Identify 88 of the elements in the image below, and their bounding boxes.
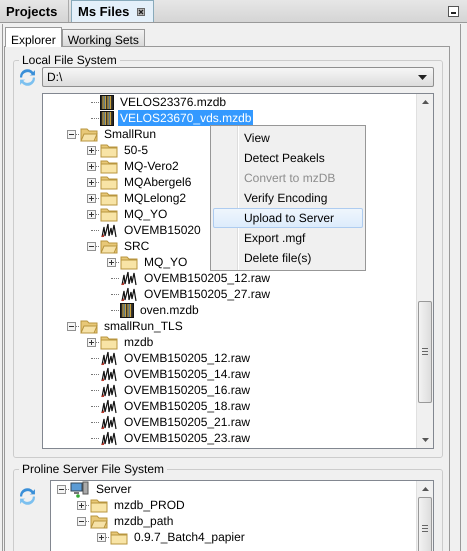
tree-item[interactable]: OVEMB150205_18.raw [122,398,252,414]
minimize-icon[interactable] [448,6,459,16]
expander-icon[interactable] [67,322,76,330]
striped-file-icon [120,302,134,318]
expander-icon[interactable] [77,516,86,526]
refresh-icon[interactable] [19,68,36,86]
spectrum-icon [100,430,118,446]
spectrum-icon [100,398,118,414]
tree-item[interactable]: OVEMB150205_27.raw [142,286,272,302]
expander-icon[interactable] [97,532,106,542]
panel-tab[interactable]: Projects [0,0,69,22]
view-tab[interactable]: Working Sets [62,29,145,46]
expander-icon[interactable] [107,258,116,266]
expander-icon[interactable] [57,484,66,494]
menu-item[interactable]: Verify Encoding [213,188,363,208]
spectrum-icon [100,414,118,430]
tree-item[interactable]: oven.mzdb [138,302,201,318]
folder-icon [100,142,118,158]
expander-icon[interactable] [87,146,96,154]
dropdown-arrow-icon [418,74,427,80]
open-folder-icon [80,318,98,334]
folder-icon [110,530,128,544]
expander-icon[interactable] [87,178,96,186]
menu-item[interactable]: Export .mgf [213,228,363,248]
tree-item[interactable]: 0.9.7_Batch4_papier [132,529,247,545]
menu-item[interactable]: Detect Peakels [213,148,363,168]
view-tab[interactable]: Explorer [5,27,62,47]
tree-item[interactable]: SRC [122,238,152,254]
tree-item[interactable]: MQAbergel6 [122,174,194,190]
tree-item[interactable]: mzdb [122,334,156,350]
tree-item[interactable]: MQ_YO [142,254,190,270]
expander-icon[interactable] [87,210,96,218]
tree-item[interactable]: SmallRun [102,126,158,142]
folder-icon [100,334,118,350]
tree-item[interactable]: MQ-Vero2 [122,158,181,174]
spectrum-icon [100,366,118,382]
computer-icon [70,481,90,498]
refresh-icon[interactable] [19,488,36,505]
tree-item[interactable]: OVEMB150205_16.raw [122,382,252,398]
tree-item[interactable]: OVEMB150205_12.raw [142,270,272,286]
spectrum-icon [120,286,138,302]
tree-item[interactable]: OVEMB150205_23.raw [122,430,252,446]
open-folder-icon [80,126,98,142]
open-folder-icon [100,238,118,254]
open-folder-icon [90,514,108,528]
tree-item[interactable]: MQLelong2 [122,190,188,206]
drive-dropdown[interactable]: D:\ [42,67,434,87]
scrollbar[interactable] [416,481,433,551]
close-icon[interactable] [137,8,146,16]
tree-item[interactable]: OVEMB15020 [122,222,203,238]
tree-item[interactable]: mzdb_path [112,513,176,529]
expander-icon[interactable] [77,500,86,510]
tree-item[interactable]: 50-5 [122,142,150,158]
expander-icon[interactable] [87,242,96,250]
folder-icon [120,254,138,270]
expander-icon[interactable] [87,194,96,202]
panel-tab[interactable]: Ms Files [71,0,154,22]
spectrum-icon [120,270,138,286]
tree-item[interactable]: MQ_YO [122,206,170,222]
spectrum-icon [100,222,118,238]
group-title: Local File System [21,53,118,67]
menu-item[interactable]: View [213,128,363,148]
scroll-down-icon[interactable] [422,438,428,442]
tree-item[interactable]: OVEMB150205_14.raw [122,366,252,382]
scroll-up-icon[interactable] [422,487,428,491]
expander-icon[interactable] [87,338,96,346]
menu-item[interactable]: Delete file(s) [213,248,363,268]
expander-icon[interactable] [67,130,76,138]
tree-item[interactable]: OVEMB150205_12.raw [122,350,252,366]
group-title: Proline Server File System [21,462,166,476]
folder-icon [100,206,118,222]
tree-item[interactable]: VELOS23376.mzdb [118,94,228,110]
scrollbar[interactable] [416,94,433,448]
folder-icon [100,158,118,174]
expander-icon[interactable] [87,162,96,170]
tree-item[interactable]: smallRun_TLS [102,318,185,334]
menu-item[interactable]: Upload to Server [213,208,363,228]
folder-icon [100,174,118,190]
tree-item[interactable]: mzdb_PROD [112,497,187,513]
striped-file-icon [100,94,114,110]
folder-icon [90,498,108,512]
tree-item[interactable]: OVEMB150205_21.raw [122,414,252,430]
folder-icon [100,190,118,206]
tree-item[interactable]: Server [94,481,134,497]
scroll-up-icon[interactable] [422,100,428,104]
spectrum-icon [100,350,118,366]
spectrum-icon [100,382,118,398]
striped-file-icon [100,110,114,126]
